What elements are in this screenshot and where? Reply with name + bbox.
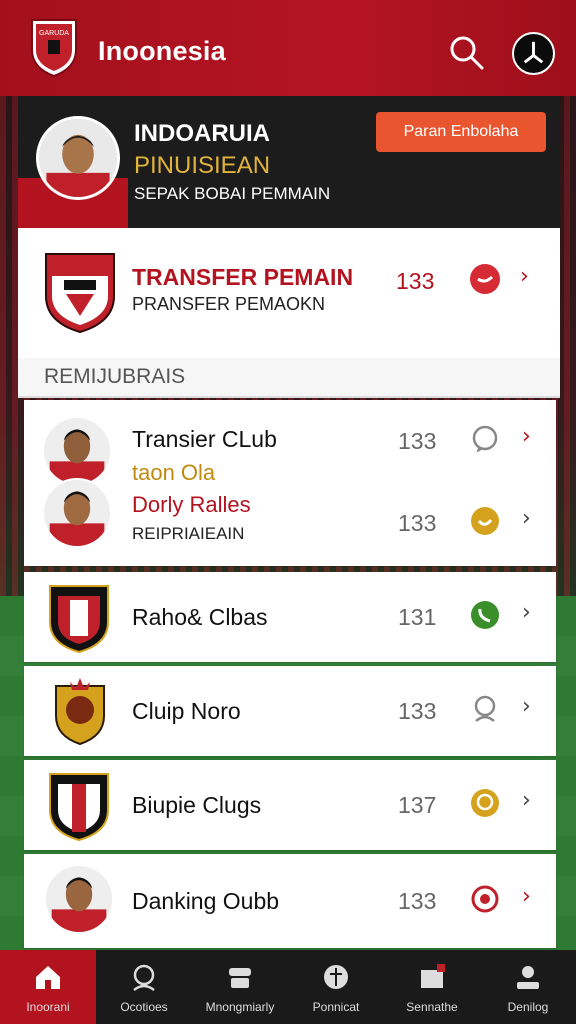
row-title: Transier CLub [132,426,277,452]
player-avatar [42,416,112,486]
row-count: 133 [398,510,437,536]
chat-icon [472,425,498,453]
row-title: Danking Oubb [132,888,280,914]
list-item[interactable]: Biupie Clugs 137 › [24,760,556,850]
nav-item-profile[interactable]: Denilog [480,950,576,1024]
nav-item-competitions[interactable]: Ocotioes [96,950,192,1024]
section-heading: REMIJUBRAIS [18,358,560,398]
nav-item-home[interactable]: Inoorani [0,950,96,1024]
club-crest-icon [49,585,109,654]
profile-icon [517,966,539,989]
lion-crest-icon [55,678,105,746]
list-item[interactable]: Raho& Clbas 131 › [24,572,556,662]
row-count: 133 [398,888,437,914]
player-portrait [39,119,117,197]
chevron-right-icon: › [522,424,531,449]
row-count: 137 [398,792,437,818]
transfer-card[interactable]: TRANSFER PEMAIN PRANSFER PEMAOKN 133 › [18,228,560,358]
chevron-right-icon: › [522,600,531,625]
nav-label: Inoorani [26,1000,70,1014]
nav-item-management[interactable]: Mnongmiarly [192,950,288,1024]
row-highlight: Dorly Ralles [132,492,251,517]
nav-label: Ponnicat [312,1000,360,1014]
nav-label: Ocotioes [120,1000,168,1014]
row-count: 131 [398,604,437,630]
chevron-right-icon: › [520,264,529,289]
ball-icon [324,965,348,989]
row-title: Cluip Noro [132,698,241,724]
player-subtitle: PINUISIEAN [134,152,271,179]
player-avatar [36,116,120,200]
list-item[interactable]: Cluip Noro 133 › [24,666,556,756]
row-tag: taon Ola [132,460,216,485]
svg-text:GARUDA: GARUDA [39,30,69,37]
row-title: Biupie Clugs [132,792,262,818]
helmet-icon [229,968,251,988]
account-button[interactable] [512,32,555,75]
chevron-right-icon: › [522,884,531,909]
row-count: 133 [398,698,437,724]
phone-icon [471,601,499,629]
list-item[interactable]: Danking Oubb 133 › [24,854,556,948]
nav-label: Sennathe [406,1000,458,1014]
flag-icon [470,264,500,294]
bottom-navigation: Inoorani Ocotioes Mnongmiarly Ponnicat S… [0,950,576,1024]
user-circle-icon [133,964,155,992]
row-subtitle: REIPRIAIEAIN [132,524,245,543]
app-title: Inoonesia [98,36,226,66]
compass-icon [523,41,544,64]
transfer-subtitle: PRANSFER PEMAOKN [132,294,326,314]
chevron-right-icon: › [522,506,531,531]
featured-player-banner: INDOARUIA PINUISIEAN SEPAK BOBAI PEMMAIN… [18,96,560,228]
club-crest-icon [49,773,109,842]
club-logo: GARUDA [31,19,77,78]
target-icon [471,885,499,913]
player-avatar [44,864,114,934]
hero-action-button[interactable]: Paran Enbolaha [376,112,546,152]
chevron-right-icon: › [522,788,531,813]
player-avatar [42,478,112,548]
search-icon[interactable] [446,32,486,72]
nav-item-match[interactable]: Ponnicat [288,950,384,1024]
chevron-right-icon: › [522,694,531,719]
nav-label: Mnongmiarly [205,1000,275,1014]
player-name: INDOARUIA [134,120,270,147]
chat-icon [471,507,499,535]
nav-item-shop[interactable]: Sennathe [384,950,480,1024]
person-icon [474,695,496,723]
nav-label: Denilog [507,1000,549,1014]
app-header: GARUDA Inoonesia [0,0,576,96]
row-title: Raho& Clbas [132,604,268,630]
row-count: 133 [398,428,437,454]
bag-icon [421,964,445,988]
transfer-count: 133 [396,268,435,294]
transfer-title: TRANSFER PEMAIN [132,264,354,290]
player-caption: SEPAK BOBAI PEMMAIN [134,184,331,203]
home-icon [36,966,60,989]
list-item[interactable]: Transier CLub taon Ola Dorly Ralles REIP… [24,400,556,566]
club-crest-icon [45,253,115,334]
chat-icon [471,789,499,817]
